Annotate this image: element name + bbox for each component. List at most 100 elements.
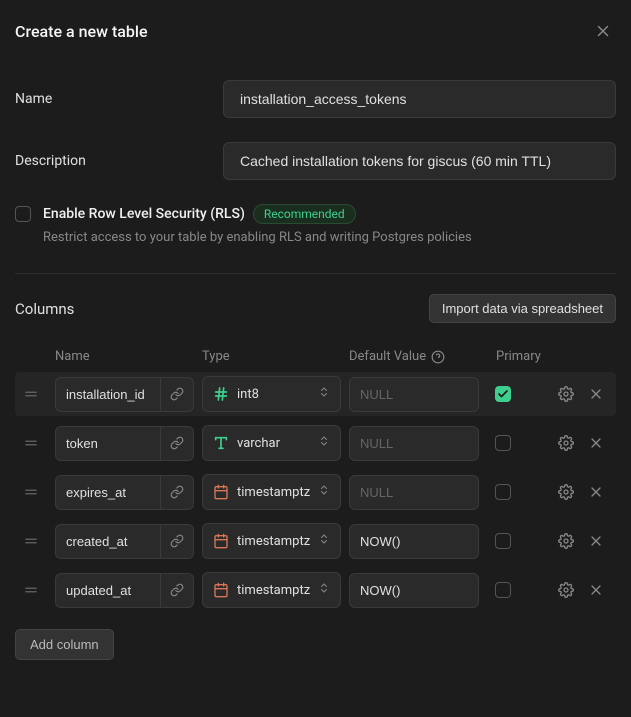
columns-header: Columns Import data via spreadsheet: [15, 294, 616, 323]
primary-checkbox[interactable]: [495, 484, 511, 500]
chevron-updown-icon: [318, 435, 330, 451]
foreign-key-button[interactable]: [160, 475, 194, 510]
name-group: [55, 524, 194, 559]
primary-checkbox[interactable]: [495, 582, 511, 598]
close-icon: [588, 533, 604, 549]
rls-description: Restrict access to your table by enablin…: [43, 230, 616, 245]
column-settings-button[interactable]: [554, 529, 578, 553]
name-field-row: Name: [15, 80, 616, 118]
column-name-input[interactable]: [55, 475, 160, 510]
check-icon: [497, 388, 509, 400]
rls-title: Enable Row Level Security (RLS): [43, 206, 245, 222]
close-icon: [588, 386, 604, 402]
column-row: timestamptz: [15, 568, 616, 612]
import-spreadsheet-button[interactable]: Import data via spreadsheet: [429, 294, 616, 323]
column-row: varchar: [15, 421, 616, 465]
row-actions: [554, 431, 616, 455]
default-value-input[interactable]: [349, 377, 479, 412]
drag-handle[interactable]: [15, 583, 47, 597]
column-delete-button[interactable]: [584, 382, 608, 406]
gear-icon: [558, 435, 574, 451]
foreign-key-button[interactable]: [160, 377, 194, 412]
drag-handle[interactable]: [15, 387, 47, 401]
type-text: timestamptz: [237, 583, 310, 598]
chevron-updown-icon: [318, 484, 330, 500]
link-icon: [170, 534, 184, 548]
column-settings-button[interactable]: [554, 382, 578, 406]
columns-container: int8 varchar timestamptz timestamptz timesta…: [15, 372, 616, 612]
primary-wrapper: [487, 533, 539, 549]
drag-handle[interactable]: [15, 485, 47, 499]
drag-icon: [24, 485, 38, 499]
rls-title-row: Enable Row Level Security (RLS) Recommen…: [43, 204, 616, 224]
column-row: int8: [15, 372, 616, 416]
type-text: timestamptz: [237, 534, 310, 549]
calendar-icon: [213, 533, 229, 549]
link-icon: [170, 485, 184, 499]
chevron-updown-icon: [318, 533, 330, 549]
description-label: Description: [15, 153, 223, 169]
header-name: Name: [55, 349, 202, 364]
divider: [15, 273, 616, 274]
column-name-input[interactable]: [55, 573, 160, 608]
chevron-updown-icon: [318, 386, 330, 402]
header-default: Default Value: [349, 349, 496, 364]
close-button[interactable]: [590, 18, 616, 44]
name-input[interactable]: [223, 80, 616, 118]
foreign-key-button[interactable]: [160, 524, 194, 559]
foreign-key-button[interactable]: [160, 573, 194, 608]
row-actions: [554, 578, 616, 602]
drag-icon: [24, 436, 38, 450]
recommended-badge: Recommended: [253, 204, 356, 224]
name-group: [55, 377, 194, 412]
column-delete-button[interactable]: [584, 431, 608, 455]
column-settings-button[interactable]: [554, 578, 578, 602]
default-value-input[interactable]: [349, 426, 479, 461]
column-type-select[interactable]: timestamptz: [202, 572, 341, 608]
column-name-input[interactable]: [55, 426, 160, 461]
column-type-select[interactable]: timestamptz: [202, 474, 341, 510]
primary-checkbox[interactable]: [495, 533, 511, 549]
calendar-icon: [213, 582, 229, 598]
gear-icon: [558, 386, 574, 402]
table-header-row: Name Type Default Value Primary: [15, 341, 616, 372]
drag-icon: [24, 583, 38, 597]
modal-title: Create a new table: [15, 22, 148, 41]
foreign-key-button[interactable]: [160, 426, 194, 461]
drag-handle[interactable]: [15, 534, 47, 548]
column-name-input[interactable]: [55, 377, 160, 412]
default-value-input[interactable]: [349, 573, 479, 608]
description-field-row: Description: [15, 142, 616, 180]
type-text: timestamptz: [237, 485, 310, 500]
column-delete-button[interactable]: [584, 529, 608, 553]
chevron-updown-icon: [318, 582, 330, 598]
name-group: [55, 426, 194, 461]
column-type-select[interactable]: varchar: [202, 425, 341, 461]
primary-checkbox[interactable]: [495, 386, 511, 402]
column-delete-button[interactable]: [584, 480, 608, 504]
column-settings-button[interactable]: [554, 480, 578, 504]
default-value-input[interactable]: [349, 475, 479, 510]
rls-checkbox[interactable]: [15, 206, 31, 222]
primary-wrapper: [487, 484, 539, 500]
column-type-select[interactable]: int8: [202, 376, 341, 412]
help-icon[interactable]: [431, 350, 445, 364]
description-input[interactable]: [223, 142, 616, 180]
close-icon: [588, 435, 604, 451]
column-delete-button[interactable]: [584, 578, 608, 602]
column-settings-button[interactable]: [554, 431, 578, 455]
primary-wrapper: [487, 582, 539, 598]
add-column-button[interactable]: Add column: [15, 629, 114, 660]
default-value-input[interactable]: [349, 524, 479, 559]
close-icon: [594, 22, 612, 40]
primary-checkbox[interactable]: [495, 435, 511, 451]
name-group: [55, 573, 194, 608]
column-row: timestamptz: [15, 519, 616, 563]
header-primary: Primary: [496, 349, 556, 364]
column-name-input[interactable]: [55, 524, 160, 559]
columns-title: Columns: [15, 300, 74, 318]
text-icon: [213, 435, 229, 451]
close-icon: [588, 484, 604, 500]
column-type-select[interactable]: timestamptz: [202, 523, 341, 559]
drag-handle[interactable]: [15, 436, 47, 450]
